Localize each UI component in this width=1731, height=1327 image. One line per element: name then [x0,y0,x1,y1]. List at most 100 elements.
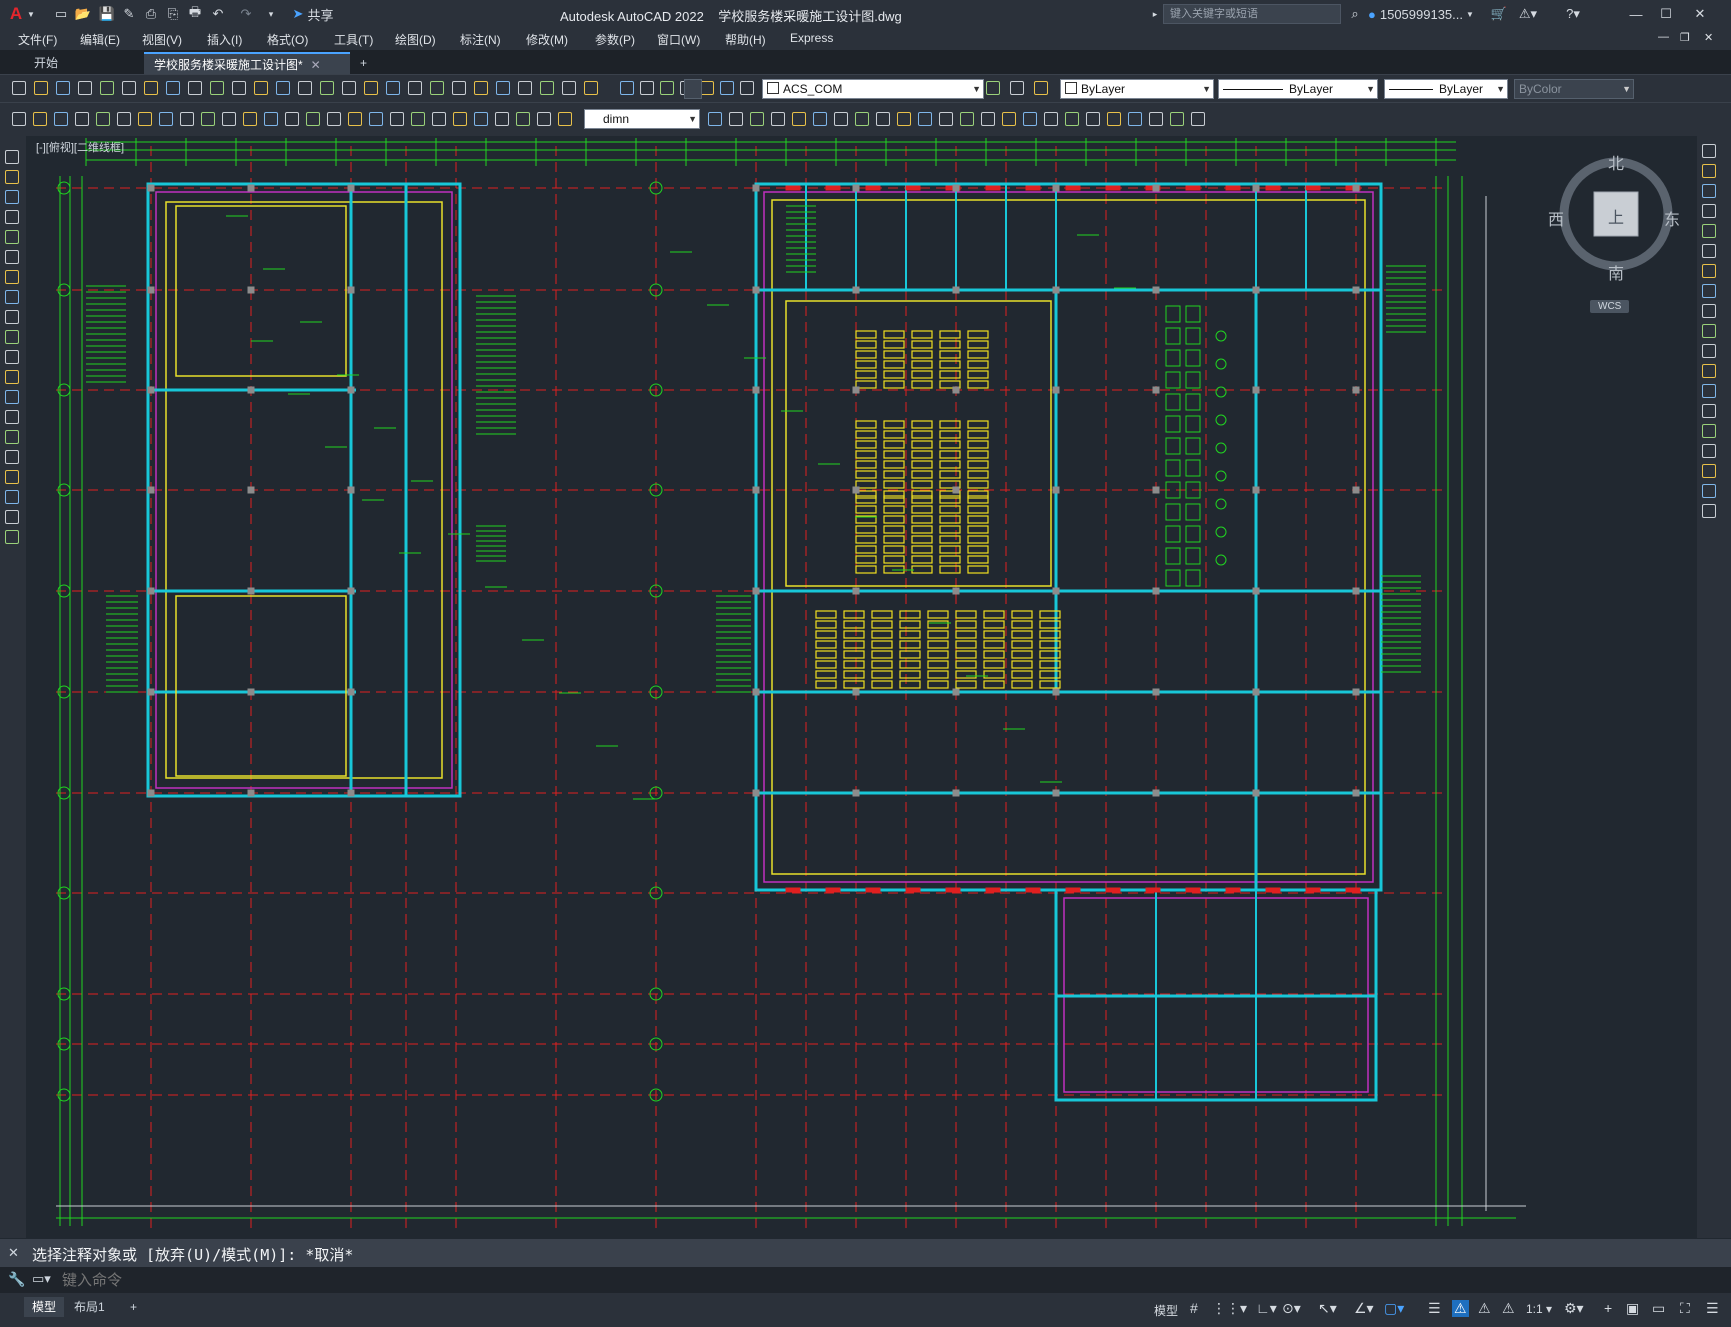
dimension-tool-51-icon[interactable] [1191,112,1205,126]
clean-screen-icon[interactable]: ⛶ [1680,1300,1690,1317]
dimension-tool-45-icon[interactable] [1065,112,1079,126]
modify-tool-11-icon[interactable] [1702,344,1716,358]
dimension-tool-35-icon[interactable] [855,112,869,126]
draw-tool-4-icon[interactable] [5,210,19,224]
modify-tool-5-icon[interactable] [1702,224,1716,238]
standard-tool-5-icon[interactable] [100,81,114,95]
draw-tool-20-icon[interactable] [5,530,19,544]
dimension-tool-24-icon[interactable] [495,112,509,126]
dimension-tool-18-icon[interactable] [369,112,383,126]
command-close-icon[interactable]: ✕ [8,1245,19,1261]
draw-tool-11-icon[interactable] [5,350,19,364]
standard-tool-11-icon[interactable] [232,81,246,95]
search-input[interactable]: 键入关键字或短语 [1163,4,1341,24]
draw-tool-10-icon[interactable] [5,330,19,344]
viewcube-east[interactable]: 东 [1664,206,1680,230]
add-tab-button[interactable]: + [350,52,374,74]
dimension-tool-12-icon[interactable] [243,112,257,126]
search-icon[interactable]: ⌕ [1346,4,1364,24]
dimension-tool-7-icon[interactable] [138,112,152,126]
dimension-tool-11-icon[interactable] [222,112,236,126]
dimension-tool-22-icon[interactable] [453,112,467,126]
standard-tool-37-icon[interactable] [1034,81,1048,95]
dimension-tool-34-icon[interactable] [834,112,848,126]
viewport-controls-label[interactable]: [-][俯视][二维线框] [36,139,124,155]
chevron-down-icon[interactable]: ▼ [26,4,36,24]
draw-tool-8-icon[interactable] [5,290,19,304]
draw-tool-19-icon[interactable] [5,510,19,524]
drawing-canvas[interactable] [26,136,1697,1238]
tab-start[interactable]: 开始 [24,52,142,74]
standard-tool-9-icon[interactable] [188,81,202,95]
draw-tool-2-icon[interactable] [5,170,19,184]
dimension-tool-4-icon[interactable] [75,112,89,126]
viewcube-top-face[interactable]: 上 [1608,204,1624,228]
dimension-tool-47-icon[interactable] [1107,112,1121,126]
ortho-icon[interactable]: ∟▾ [1256,1300,1277,1317]
standard-tool-24-icon[interactable] [518,81,532,95]
layout-tab-1[interactable]: 布局1 [66,1297,113,1317]
dimension-tool-41-icon[interactable] [981,112,995,126]
standard-tool-20-icon[interactable] [430,81,444,95]
standard-tool-13-icon[interactable] [276,81,290,95]
viewcube-west[interactable]: 西 [1548,206,1564,230]
standard-tool-16-icon[interactable] [342,81,356,95]
close-tab-icon[interactable]: ✕ [311,58,321,72]
standard-tool-35-icon[interactable] [986,81,1000,95]
menu-format[interactable]: 格式(O) [267,31,308,48]
save-web-icon[interactable]: ⎘ [164,4,182,24]
standard-tool-26-icon[interactable] [562,81,576,95]
viewcube[interactable]: 北 南 东 西 上 WCS [1546,150,1686,320]
draw-tool-14-icon[interactable] [5,410,19,424]
standard-tool-36-icon[interactable] [1010,81,1024,95]
modify-tool-7-icon[interactable] [1702,264,1716,278]
standard-tool-3-icon[interactable] [56,81,70,95]
dimension-tool-46-icon[interactable] [1086,112,1100,126]
draw-tool-13-icon[interactable] [5,390,19,404]
new-file-icon[interactable]: ▭ [52,4,70,24]
draw-tool-1-icon[interactable] [5,150,19,164]
menu-file[interactable]: 文件(F) [18,31,57,48]
save-icon[interactable]: 💾 [98,4,116,24]
share-button[interactable]: ➤ 共享 [282,4,344,24]
dimension-tool-43-icon[interactable] [1023,112,1037,126]
draw-tool-18-icon[interactable] [5,490,19,504]
menu-view[interactable]: 视图(V) [142,31,182,48]
plotstyle-dropdown[interactable]: ByColor ▼ [1514,79,1634,99]
dimension-tool-38-icon[interactable] [918,112,932,126]
dimension-tool-2-icon[interactable] [33,112,47,126]
dimension-tool-6-icon[interactable] [117,112,131,126]
wcs-menu[interactable]: WCS [1590,300,1630,313]
linetype-dropdown[interactable]: ByLayer ▼ [1218,79,1378,99]
save-as-icon[interactable]: ✎ [120,4,138,24]
standard-tool-32-icon[interactable] [700,81,714,95]
quick-properties-icon[interactable]: ▭ [1652,1300,1665,1317]
dimension-tool-27-icon[interactable] [558,112,572,126]
standard-tool-2-icon[interactable] [34,81,48,95]
standard-tool-27-icon[interactable] [584,81,598,95]
tab-drawing[interactable]: 学校服务楼采暖施工设计图* ✕ [144,52,350,74]
standard-tool-22-icon[interactable] [474,81,488,95]
modify-tool-1-icon[interactable] [1702,144,1716,158]
open-web-icon[interactable]: ⎙ [142,4,160,24]
open-file-icon[interactable]: 📂 [74,4,92,24]
modify-tool-9-icon[interactable] [1702,304,1716,318]
user-account[interactable]: ● 1505999135... ▼ [1368,4,1488,24]
add-layout-button[interactable]: + [122,1297,145,1317]
standard-tool-15-icon[interactable] [320,81,334,95]
grid-icon[interactable]: # [1190,1300,1198,1316]
modify-tool-18-icon[interactable] [1702,484,1716,498]
dimension-tool-25-icon[interactable] [516,112,530,126]
layout-tab-model[interactable]: 模型 [24,1297,65,1317]
menu-edit[interactable]: 编辑(E) [80,31,120,48]
workspace-gear-icon[interactable]: ⚙▾ [1564,1300,1584,1317]
modify-tool-10-icon[interactable] [1702,324,1716,338]
dimension-tool-31-icon[interactable] [771,112,785,126]
dimension-tool-17-icon[interactable] [348,112,362,126]
doc-minimize-icon[interactable]: — [1658,31,1669,43]
dimension-tool-23-icon[interactable] [474,112,488,126]
standard-tool-14-icon[interactable] [298,81,312,95]
lineweight-toggle-icon[interactable]: ☰ [1428,1300,1441,1317]
modify-tool-16-icon[interactable] [1702,444,1716,458]
standard-tool-12-icon[interactable] [254,81,268,95]
